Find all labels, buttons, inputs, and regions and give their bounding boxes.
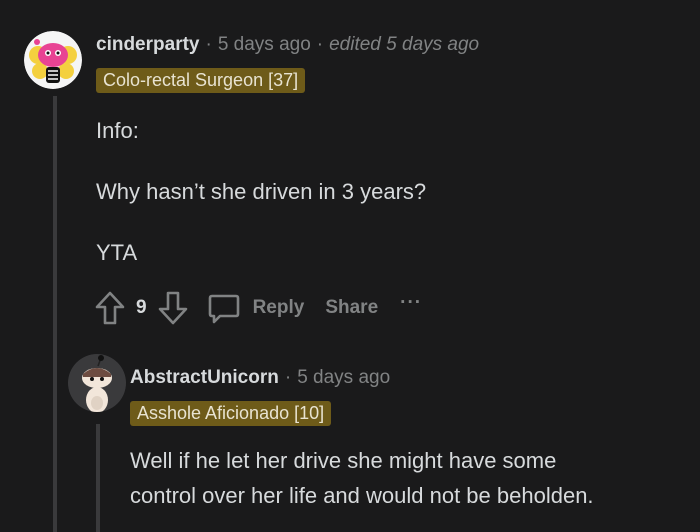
comment-meta: cinderparty · 5 days ago · edited 5 days ago (96, 34, 479, 56)
more-options-button[interactable]: ··· (400, 292, 422, 314)
username-link[interactable]: AbstractUnicorn (130, 367, 279, 388)
comment-paragraph: YTA (96, 240, 138, 265)
comment-age[interactable]: 5 days ago (218, 34, 311, 55)
reply-line: Well if he let her drive she might have … (130, 448, 557, 473)
comment-paragraph: Info: (96, 118, 139, 143)
meta-separator: · (316, 34, 324, 55)
user-flair: Asshole Aficionado [10] (130, 401, 332, 426)
upvote-button[interactable] (94, 290, 126, 326)
comment-action-bar: 9 Reply Share ··· (94, 290, 422, 326)
reply-button[interactable]: Reply (207, 291, 305, 325)
reply-age[interactable]: 5 days ago (297, 367, 390, 388)
upvote-arrow-icon (95, 291, 125, 325)
snoo-avatar-icon (68, 354, 126, 412)
thread-line-main[interactable] (53, 96, 57, 532)
avatar[interactable] (68, 354, 126, 412)
username-link[interactable]: cinderparty (96, 34, 199, 55)
speech-bubble-icon (208, 294, 239, 324)
avatar[interactable] (24, 31, 82, 89)
edited-label: edited 5 days ago (329, 34, 480, 55)
meta-separator: · (284, 367, 292, 388)
downvote-arrow-icon (158, 291, 187, 325)
comment-paragraph: Why hasn’t she driven in 3 years? (96, 179, 427, 204)
user-flair: Colo-rectal Surgeon [37] (96, 68, 306, 93)
meta-separator: · (205, 34, 212, 55)
reply-meta: AbstractUnicorn · 5 days ago (130, 367, 390, 389)
reply-line: control over her life and would not be b… (130, 483, 594, 508)
snoo-avatar-icon (24, 31, 82, 89)
downvote-button[interactable] (157, 290, 189, 326)
vote-count: 9 (136, 297, 147, 318)
thread-line-reply[interactable] (96, 424, 100, 532)
reply-label: Reply (252, 297, 305, 318)
share-button[interactable]: Share (325, 297, 378, 319)
